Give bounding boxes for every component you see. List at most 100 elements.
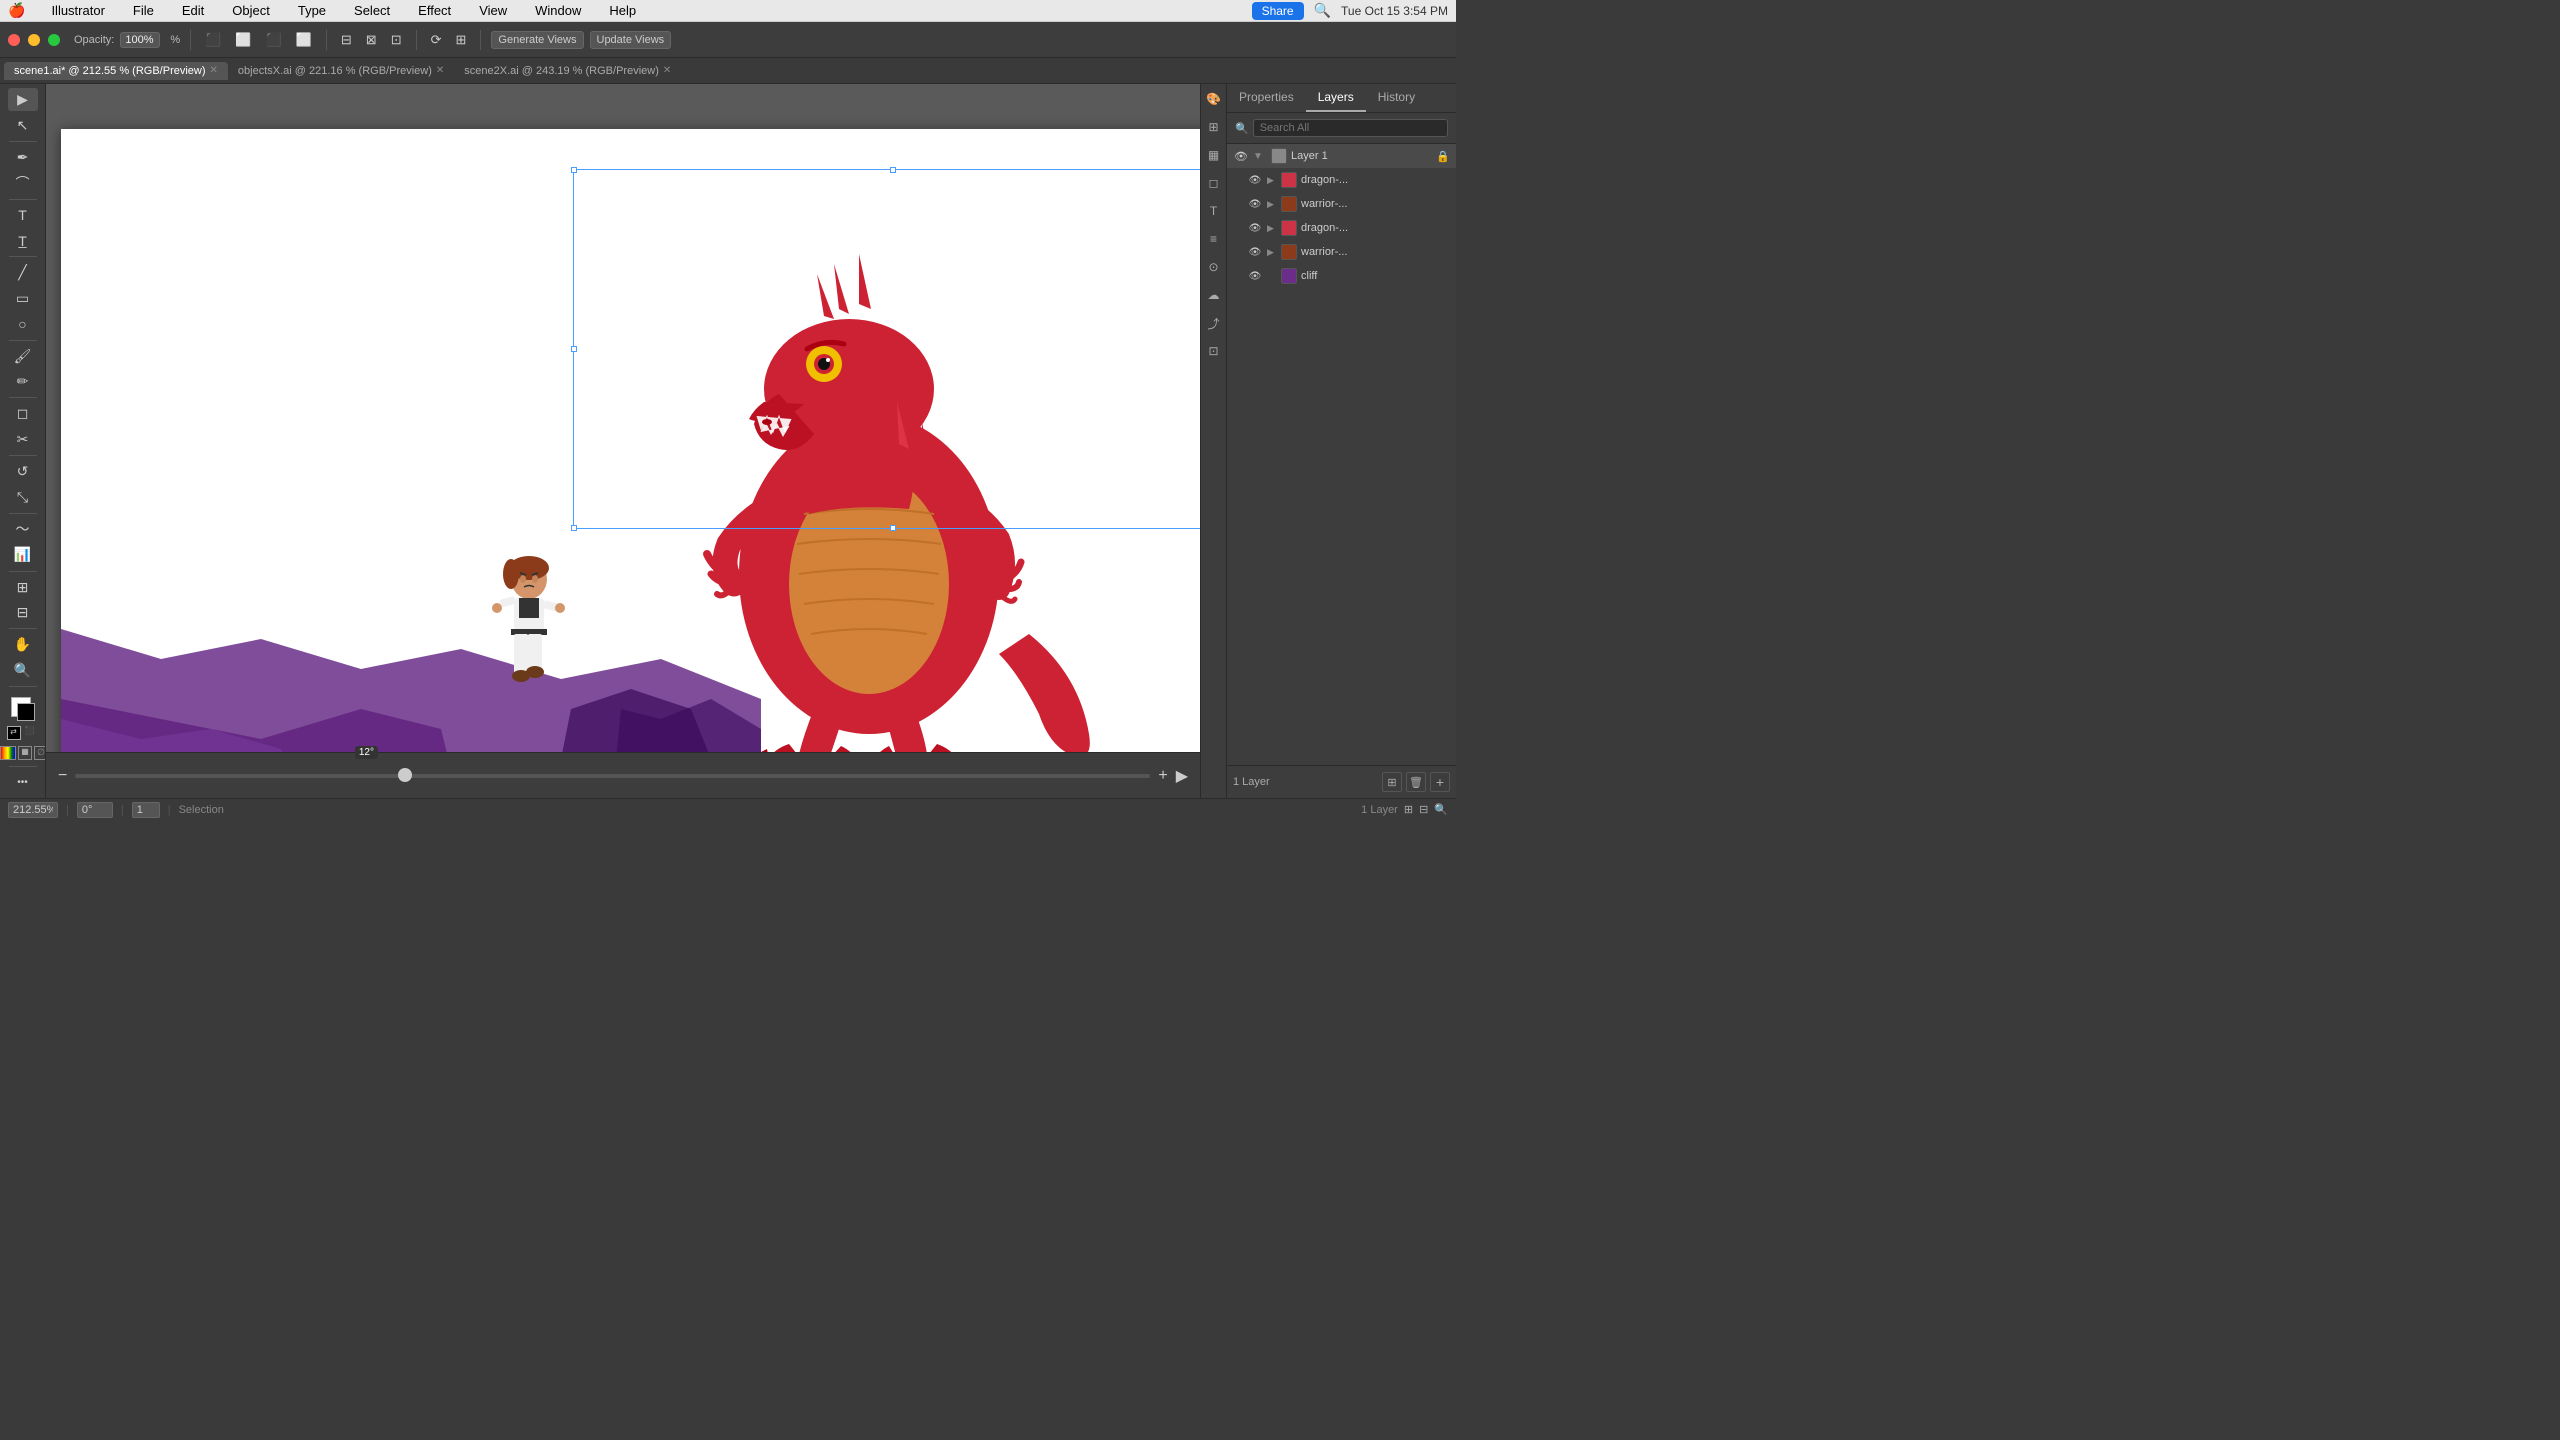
align-btn-2[interactable]: ⊠ bbox=[362, 30, 381, 50]
share-button[interactable]: Share bbox=[1252, 2, 1304, 20]
graph-tool[interactable]: 📊 bbox=[8, 543, 38, 566]
warrior2-expand[interactable]: ▶ bbox=[1267, 247, 1277, 258]
stroke-color[interactable] bbox=[17, 703, 35, 721]
menu-view[interactable]: View bbox=[473, 1, 513, 20]
type-touch-tool[interactable]: T̲ bbox=[8, 229, 38, 252]
arrange-btn-3[interactable]: ⬛ bbox=[262, 30, 286, 50]
type-panel-icon[interactable]: T bbox=[1203, 200, 1225, 222]
scale-tool[interactable]: ⤡ bbox=[8, 485, 38, 508]
distribute-btn[interactable]: ⊞ bbox=[452, 30, 471, 50]
menu-object[interactable]: Object bbox=[226, 1, 276, 20]
layer-dragon-1[interactable]: 👁 ▶ dragon-... bbox=[1227, 168, 1456, 192]
tab-history[interactable]: History bbox=[1366, 84, 1427, 112]
menu-window[interactable]: Window bbox=[529, 1, 587, 20]
dragon1-visibility[interactable]: 👁 bbox=[1247, 172, 1263, 188]
angle-input[interactable] bbox=[77, 802, 113, 818]
rotate-tool[interactable]: ↺ bbox=[8, 460, 38, 483]
timeline-plus-btn[interactable]: + bbox=[1158, 767, 1167, 785]
tab-scene2x[interactable]: scene2X.ai @ 243.19 % (RGB/Preview) ✕ bbox=[454, 62, 681, 80]
color-mode-btn[interactable] bbox=[0, 746, 16, 760]
gradient-mode-btn[interactable]: ▦ bbox=[18, 746, 32, 760]
align-btn-3[interactable]: ⊡ bbox=[387, 30, 406, 50]
update-views-btn[interactable]: Update Views bbox=[590, 31, 672, 49]
artboard-tool[interactable]: ⊞ bbox=[8, 575, 38, 598]
menu-edit[interactable]: Edit bbox=[176, 1, 210, 20]
timeline-track[interactable]: 12° bbox=[75, 774, 1150, 778]
delete-layer-status-btn[interactable]: ⊟ bbox=[1419, 803, 1428, 816]
zoom-input[interactable] bbox=[8, 802, 58, 818]
tab-properties[interactable]: Properties bbox=[1227, 84, 1306, 112]
menu-type[interactable]: Type bbox=[292, 1, 332, 20]
layer-cliff[interactable]: 👁 cliff bbox=[1227, 264, 1456, 288]
handle-bottom-left[interactable] bbox=[571, 525, 577, 531]
scissors-tool[interactable]: ✂ bbox=[8, 428, 38, 451]
cc-libraries-icon[interactable]: ☁ bbox=[1203, 284, 1225, 306]
tab-objectsx-close[interactable]: ✕ bbox=[436, 65, 444, 76]
tab-layers[interactable]: Layers bbox=[1306, 84, 1366, 112]
menu-effect[interactable]: Effect bbox=[412, 1, 457, 20]
handle-top-left[interactable] bbox=[571, 167, 577, 173]
close-window-btn[interactable] bbox=[8, 34, 20, 46]
slice-tool[interactable]: ⊟ bbox=[8, 601, 38, 624]
ellipse-tool[interactable]: ○ bbox=[8, 312, 38, 335]
layer-1-lock[interactable]: 🔒 bbox=[1436, 149, 1450, 163]
menu-help[interactable]: Help bbox=[603, 1, 642, 20]
pen-tool[interactable]: ✒ bbox=[8, 146, 38, 169]
none-mode-btn[interactable]: ∅ bbox=[34, 746, 46, 760]
tab-scene1-close[interactable]: ✕ bbox=[210, 65, 218, 76]
paintbrush-tool[interactable]: 🖌 bbox=[8, 344, 38, 367]
cliff-visibility[interactable]: 👁 bbox=[1247, 268, 1263, 284]
layer-1-header[interactable]: 👁 ▼ Layer 1 🔒 bbox=[1227, 144, 1456, 168]
dragon2-expand[interactable]: ▶ bbox=[1267, 223, 1277, 234]
menu-select[interactable]: Select bbox=[348, 1, 396, 20]
hand-tool[interactable]: ✋ bbox=[8, 633, 38, 656]
eraser-tool[interactable]: ◻ bbox=[8, 402, 38, 425]
transform-btn[interactable]: ⟳ bbox=[427, 30, 446, 50]
layer-1-visibility[interactable]: 👁 bbox=[1233, 148, 1249, 164]
minimize-window-btn[interactable] bbox=[28, 34, 40, 46]
align-panel-icon[interactable]: ≡ bbox=[1203, 228, 1225, 250]
pathfinder-panel-icon[interactable]: ⊙ bbox=[1203, 256, 1225, 278]
generate-views-btn[interactable]: Generate Views bbox=[491, 31, 583, 49]
type-tool[interactable]: T bbox=[8, 204, 38, 227]
search-icon[interactable]: 🔍 bbox=[1314, 2, 1331, 19]
maximize-window-btn[interactable] bbox=[48, 34, 60, 46]
warrior1-expand[interactable]: ▶ bbox=[1267, 199, 1277, 210]
line-tool[interactable]: ╱ bbox=[8, 261, 38, 284]
asset-export-icon[interactable]: ⤴ bbox=[1203, 312, 1225, 334]
timeline-expand-btn[interactable]: ▶ bbox=[1176, 766, 1188, 786]
delete-layer-btn[interactable]: 🗑 bbox=[1406, 772, 1426, 792]
layer-1-expand[interactable]: ▼ bbox=[1253, 151, 1267, 162]
rect-tool[interactable]: ▭ bbox=[8, 287, 38, 310]
apple-menu[interactable]: 🍎 bbox=[8, 2, 25, 19]
layer-warrior-1[interactable]: 👁 ▶ warrior-... bbox=[1227, 192, 1456, 216]
menu-file[interactable]: File bbox=[127, 1, 160, 20]
opacity-input[interactable] bbox=[120, 32, 160, 48]
svg-panel-icon[interactable]: ⊡ bbox=[1203, 340, 1225, 362]
dragon1-expand[interactable]: ▶ bbox=[1267, 175, 1277, 186]
gradient-panel-icon[interactable]: ▦ bbox=[1203, 144, 1225, 166]
menu-illustrator[interactable]: Illustrator bbox=[45, 1, 110, 20]
curvature-tool[interactable]: ⌒ bbox=[8, 171, 38, 194]
zoom-tool[interactable]: 🔍 bbox=[8, 659, 38, 682]
search-input[interactable] bbox=[1253, 119, 1448, 137]
warp-tool[interactable]: 〜 bbox=[8, 518, 38, 541]
arrange-btn-2[interactable]: ⬜ bbox=[231, 30, 255, 50]
arrange-btn-4[interactable]: ⬜ bbox=[292, 30, 316, 50]
transform-panel-icon[interactable]: ⊞ bbox=[1203, 116, 1225, 138]
layer-warrior-2[interactable]: 👁 ▶ warrior-... bbox=[1227, 240, 1456, 264]
pencil-tool[interactable]: ✏ bbox=[8, 370, 38, 393]
canvas-area[interactable]: − 12° + ▶ bbox=[46, 84, 1200, 798]
add-layer-status-btn[interactable]: ⊞ bbox=[1404, 803, 1413, 816]
tab-objectsx[interactable]: objectsX.ai @ 221.16 % (RGB/Preview) ✕ bbox=[228, 62, 454, 80]
arrange-btn-1[interactable]: ⬛ bbox=[201, 30, 225, 50]
warrior1-visibility[interactable]: 👁 bbox=[1247, 196, 1263, 212]
dragon2-visibility[interactable]: 👁 bbox=[1247, 220, 1263, 236]
direct-selection-tool[interactable]: ↖ bbox=[8, 113, 38, 136]
handle-middle-left[interactable] bbox=[571, 346, 577, 352]
make-mask-btn[interactable]: ⊞ bbox=[1382, 772, 1402, 792]
tab-scene2x-close[interactable]: ✕ bbox=[663, 65, 671, 76]
stroke-panel-icon[interactable]: ◻ bbox=[1203, 172, 1225, 194]
page-input[interactable] bbox=[132, 802, 160, 818]
timeline-thumb[interactable] bbox=[398, 768, 412, 782]
